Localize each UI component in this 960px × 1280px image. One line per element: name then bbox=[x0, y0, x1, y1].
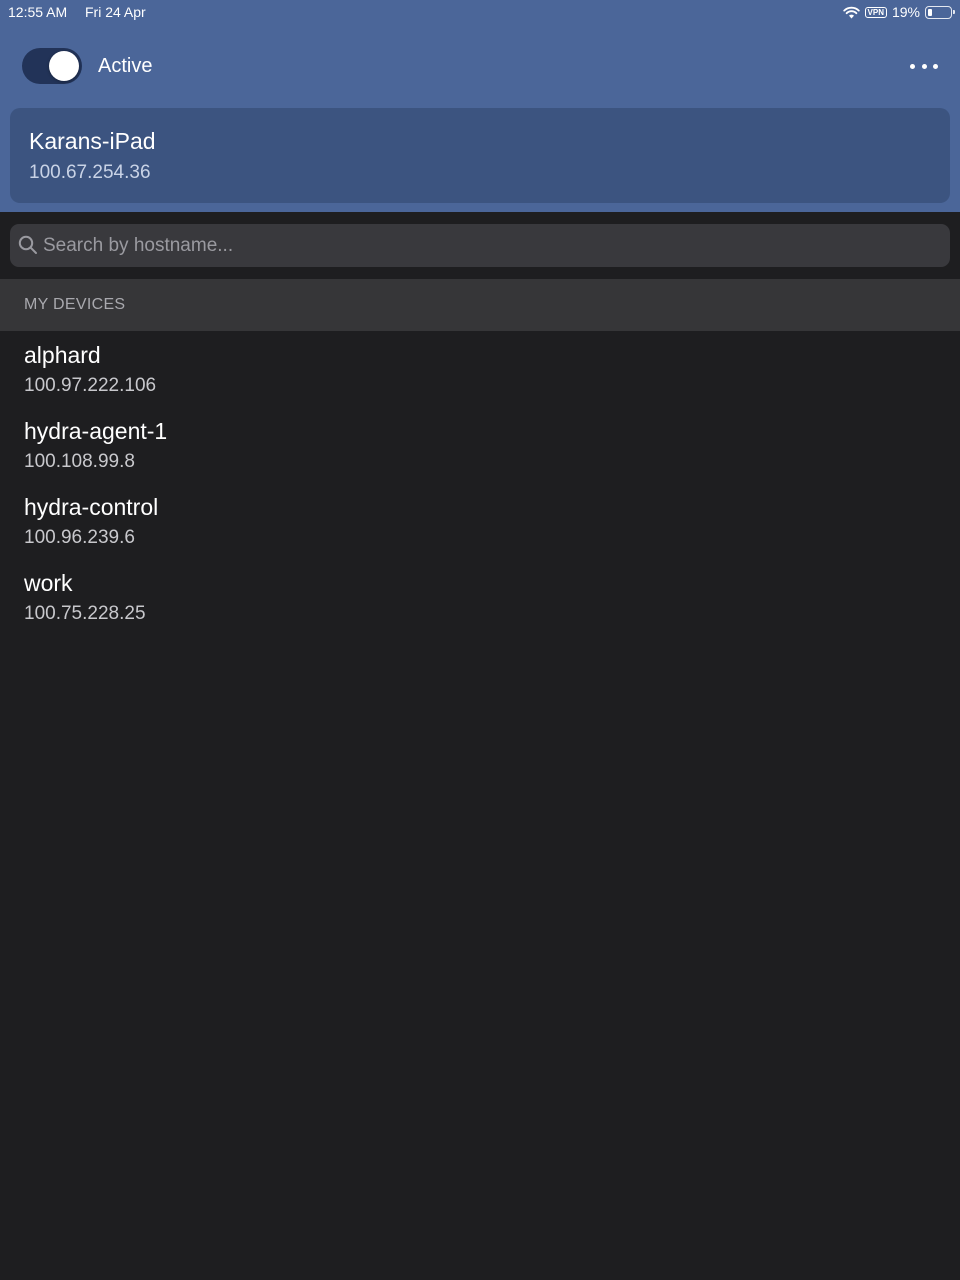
this-device-card[interactable]: Karans-iPad 100.67.254.36 bbox=[10, 108, 950, 203]
battery-tip bbox=[953, 10, 955, 14]
wifi-icon bbox=[842, 6, 860, 19]
search-input[interactable] bbox=[43, 224, 933, 267]
search-bar-area bbox=[0, 212, 960, 279]
device-row[interactable]: hydra-control 100.96.239.6 bbox=[0, 483, 960, 559]
device-ip: 100.108.99.8 bbox=[24, 451, 135, 472]
device-list: alphard 100.97.222.106 hydra-agent-1 100… bbox=[0, 331, 960, 635]
more-dot bbox=[933, 63, 938, 69]
device-hostname: hydra-control bbox=[24, 494, 159, 520]
battery-icon bbox=[925, 5, 955, 19]
section-title: MY DEVICES bbox=[24, 296, 126, 313]
more-options-icon[interactable] bbox=[910, 58, 938, 74]
device-row[interactable]: alphard 100.97.222.106 bbox=[0, 331, 960, 407]
battery-percentage: 19% bbox=[891, 4, 920, 20]
device-ip: 100.96.239.6 bbox=[24, 527, 135, 548]
device-ip: 100.75.228.25 bbox=[24, 603, 146, 624]
connection-status-label: Active bbox=[98, 55, 153, 77]
status-time: 12:55 AM bbox=[8, 4, 68, 20]
device-hostname: alphard bbox=[24, 342, 101, 368]
search-box[interactable] bbox=[10, 224, 950, 267]
header-area: 12:55 AM Fri 24 Apr VPN 19% Active Karan… bbox=[0, 0, 960, 212]
device-row[interactable]: hydra-agent-1 100.108.99.8 bbox=[0, 407, 960, 483]
device-row[interactable]: work 100.75.228.25 bbox=[0, 559, 960, 635]
status-bar: 12:55 AM Fri 24 Apr VPN 19% bbox=[0, 0, 960, 24]
vpn-badge: VPN bbox=[864, 6, 887, 18]
more-dot bbox=[921, 63, 927, 69]
search-icon bbox=[18, 235, 38, 260]
status-date: Fri 24 Apr bbox=[85, 4, 146, 20]
status-indicators: VPN 19% bbox=[842, 3, 955, 21]
my-devices-section-header: MY DEVICES bbox=[0, 279, 960, 331]
vpn-active-toggle[interactable] bbox=[22, 48, 82, 84]
toggle-knob bbox=[49, 51, 79, 81]
device-hostname: hydra-agent-1 bbox=[24, 418, 168, 444]
device-ip: 100.97.222.106 bbox=[24, 375, 157, 396]
device-hostname: work bbox=[24, 570, 73, 596]
battery-level-fill bbox=[928, 8, 932, 16]
this-device-ip: 100.67.254.36 bbox=[29, 162, 151, 183]
this-device-name: Karans-iPad bbox=[29, 128, 156, 154]
more-dot bbox=[910, 63, 915, 69]
